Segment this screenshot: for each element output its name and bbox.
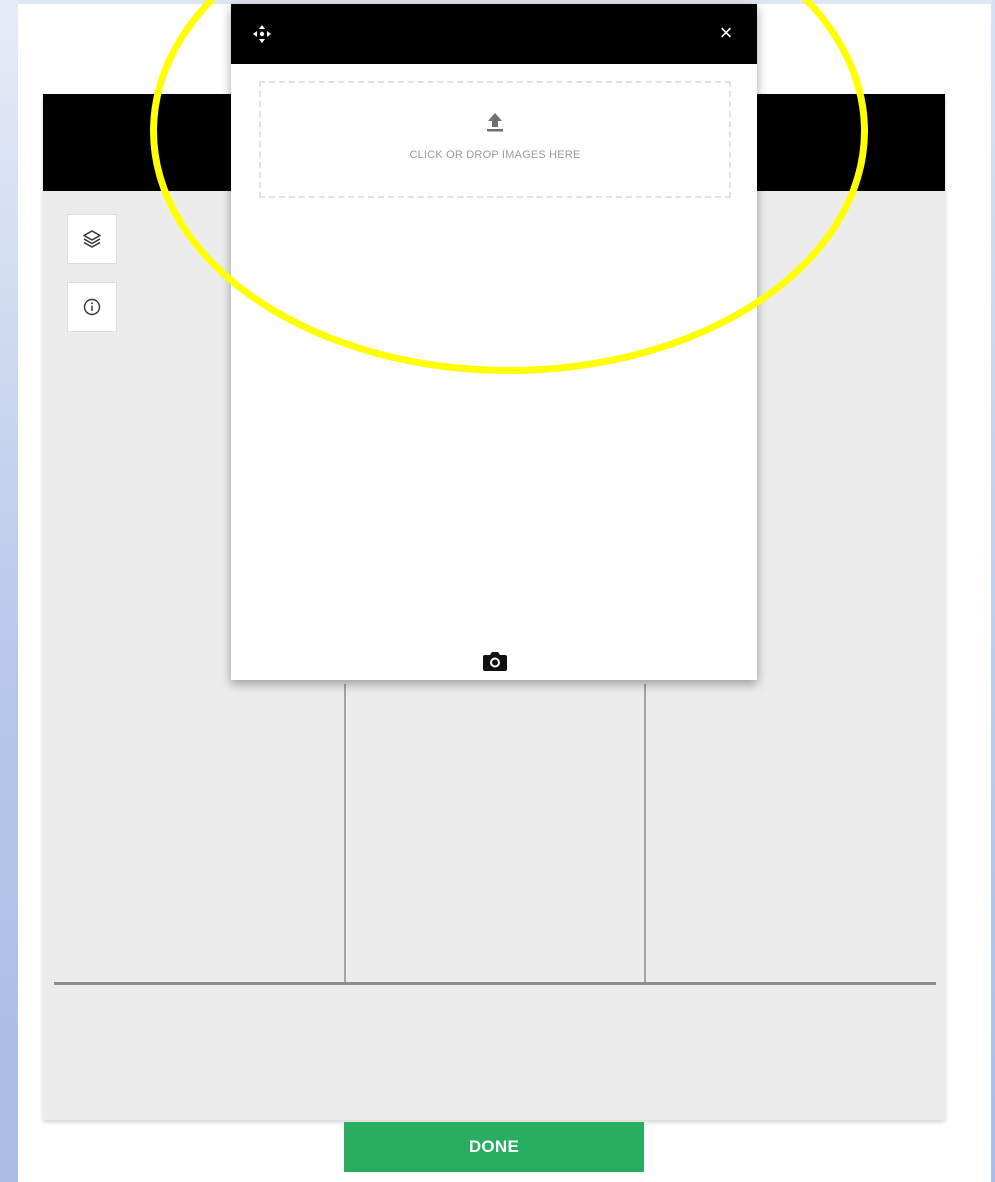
- window-left-edge: [0, 0, 18, 1182]
- window-right-edge: [991, 0, 995, 1182]
- frame-divider-left: [344, 684, 346, 984]
- close-button[interactable]: ×: [713, 20, 739, 46]
- dialog-header: ×: [231, 4, 757, 64]
- frame-divider-right: [644, 684, 646, 984]
- close-icon: ×: [719, 20, 733, 45]
- image-dropzone[interactable]: CLICK OR DROP IMAGES HERE: [259, 81, 731, 198]
- frame-divider-bottom: [54, 982, 936, 985]
- layers-icon: [83, 230, 101, 248]
- info-button[interactable]: [67, 282, 117, 332]
- image-upload-dialog: × CLICK OR DROP IMAGES HERE: [231, 4, 757, 680]
- move-arrows-icon[interactable]: [251, 23, 273, 45]
- dropzone-label: CLICK OR DROP IMAGES HERE: [409, 149, 581, 161]
- info-icon: [83, 298, 101, 316]
- camera-icon[interactable]: [481, 649, 509, 673]
- done-button[interactable]: DONE: [344, 1122, 644, 1172]
- upload-arrow-icon: [487, 113, 503, 132]
- layers-button[interactable]: [67, 214, 117, 264]
